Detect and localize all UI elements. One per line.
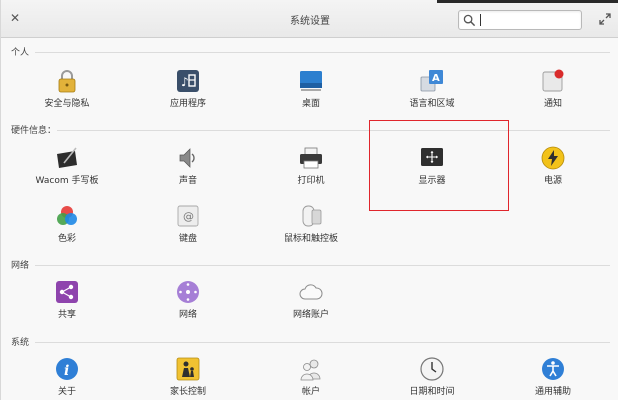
item-label: 通用辅助 xyxy=(534,387,571,397)
item-label: 网络 xyxy=(178,310,197,320)
item-label: 安全与隐私 xyxy=(44,99,90,109)
svg-text:i: i xyxy=(64,363,69,379)
item-label: 色彩 xyxy=(57,234,76,244)
printer-icon xyxy=(300,147,322,169)
item-label: 共享 xyxy=(57,310,76,320)
item-label: 鼠标和触控板 xyxy=(283,234,338,244)
tablet-icon xyxy=(57,147,77,168)
item-label: 关于 xyxy=(57,387,76,397)
users-icon xyxy=(300,359,321,381)
power-icon xyxy=(541,146,565,170)
text-caret xyxy=(480,14,481,26)
maximize-icon[interactable] xyxy=(599,13,611,25)
info-icon: i xyxy=(56,358,78,380)
clock-icon xyxy=(420,357,444,381)
network-icon xyxy=(177,281,199,303)
share-icon xyxy=(56,281,78,303)
accessibility-icon xyxy=(542,358,564,380)
search-icon xyxy=(463,14,476,27)
section-label-system: 系统 xyxy=(11,338,30,348)
svg-text:♪: ♪ xyxy=(181,75,189,89)
top-panel-strip xyxy=(437,0,618,3)
svg-text:A: A xyxy=(432,73,440,84)
item-label: 日期和时间 xyxy=(409,387,455,397)
item-label: 声音 xyxy=(178,176,197,186)
item-label: 帐户 xyxy=(301,387,320,397)
item-label: 键盘 xyxy=(178,234,197,244)
item-label: 家长控制 xyxy=(169,387,206,397)
item-label: 通知 xyxy=(543,99,562,109)
item-label: 打印机 xyxy=(297,176,325,186)
speaker-icon xyxy=(179,148,195,168)
section-divider xyxy=(35,265,610,266)
item-label: 网络账户 xyxy=(292,310,329,320)
section-divider xyxy=(35,52,610,53)
language-icon: A xyxy=(420,70,443,92)
section-divider xyxy=(35,342,610,343)
section-label-hardware: 硬件信息： xyxy=(11,126,57,136)
search-field[interactable] xyxy=(458,10,582,30)
item-label: Wacom 手写板 xyxy=(35,176,99,186)
item-label: 桌面 xyxy=(301,99,320,109)
item-label: 应用程序 xyxy=(169,99,206,109)
applications-icon: ♪ xyxy=(177,70,199,92)
lock-icon xyxy=(58,70,76,93)
section-label-network: 网络 xyxy=(11,261,30,271)
item-label: 电源 xyxy=(543,176,562,186)
svg-text:@: @ xyxy=(183,210,194,223)
parental-control-icon xyxy=(176,357,200,381)
section-divider xyxy=(57,130,610,131)
selection-highlight xyxy=(369,120,509,211)
notification-icon xyxy=(542,69,564,92)
cloud-icon xyxy=(299,284,323,300)
mouse-icon xyxy=(302,205,322,227)
section-label-personal: 个人 xyxy=(11,48,30,58)
desktop-icon xyxy=(300,71,322,91)
search-input[interactable] xyxy=(479,13,577,27)
item-label: 语言和区域 xyxy=(409,99,455,109)
title-bar: ✕ 系统设置 xyxy=(1,0,618,38)
keyboard-icon: @ xyxy=(177,205,199,227)
color-icon xyxy=(57,206,77,225)
settings-window: ✕ 系统设置 个人 安全与隐私 ♪ 应用程序 桌面 A 语言和区域 通知 硬件信… xyxy=(0,0,618,400)
